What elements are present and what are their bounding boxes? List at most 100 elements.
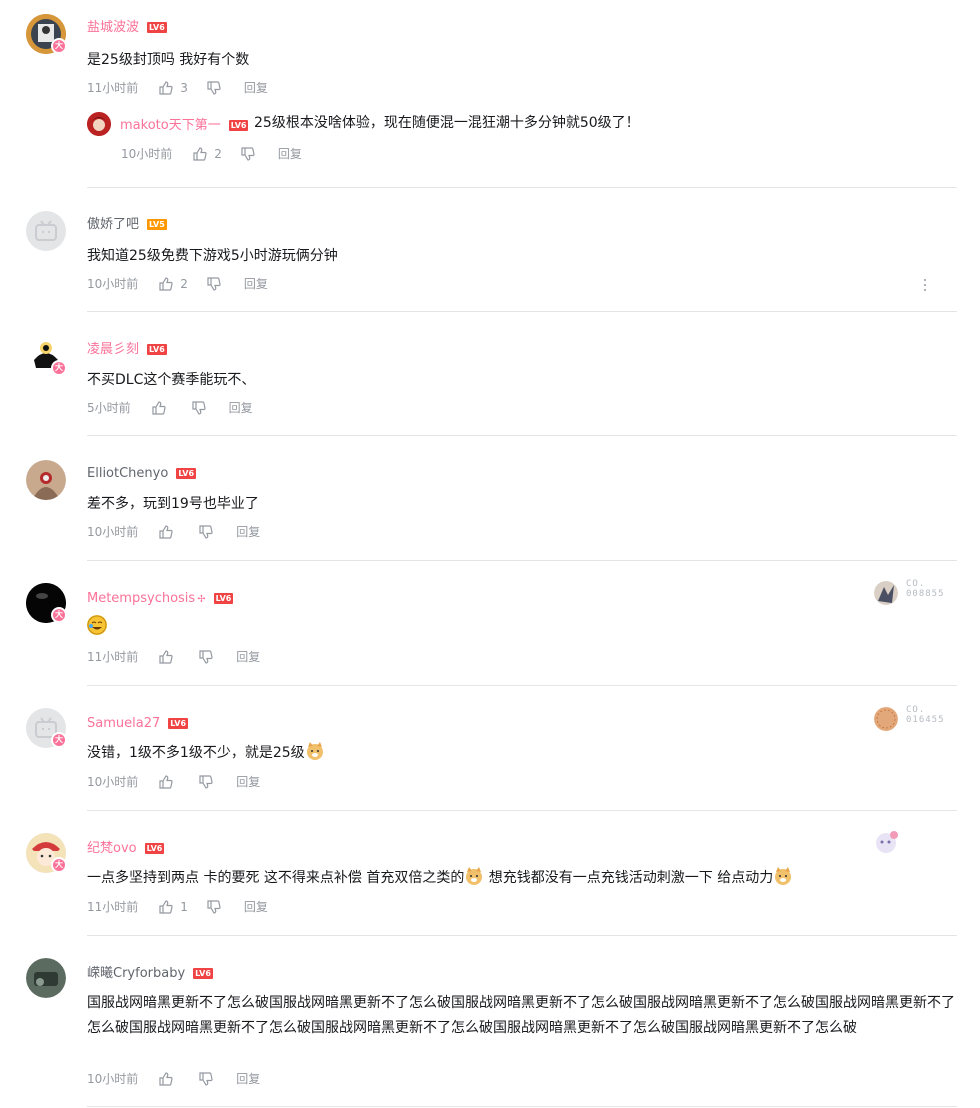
- reply-button[interactable]: 回复: [236, 523, 260, 541]
- like-count: 2: [214, 147, 222, 161]
- dislike-button[interactable]: [198, 774, 214, 790]
- dislike-button[interactable]: [198, 524, 214, 540]
- like-button[interactable]: 1: [158, 898, 188, 916]
- pin-icon: ✢: [197, 594, 206, 605]
- username[interactable]: Samuela27 LV6: [87, 715, 189, 733]
- reply-button[interactable]: 回复: [244, 898, 268, 916]
- fan-badge-avatar: [874, 581, 898, 605]
- reply-button[interactable]: 回复: [244, 275, 268, 293]
- divider: [87, 685, 957, 686]
- dislike-button[interactable]: [206, 276, 222, 292]
- username[interactable]: 凌晨彡刻 LV6: [87, 341, 167, 359]
- thumbs-up-icon: [159, 81, 173, 95]
- reply-button[interactable]: 回复: [236, 1070, 260, 1088]
- timestamp: 10小时前: [87, 525, 139, 539]
- like-button[interactable]: 2: [192, 145, 222, 163]
- thumbs-down-icon: [241, 147, 255, 161]
- doge-emoji-icon: [773, 866, 793, 886]
- dislike-button[interactable]: [206, 899, 222, 915]
- like-button[interactable]: [158, 774, 180, 790]
- level-badge: LV6: [144, 843, 165, 854]
- reply-button[interactable]: 回复: [229, 399, 253, 417]
- username[interactable]: ElliotChenyo LV6: [87, 465, 197, 483]
- comment-text: 差不多，玩到19号也毕业了: [87, 496, 259, 512]
- thumbs-up-icon: [159, 775, 173, 789]
- avatar[interactable]: [26, 211, 66, 251]
- username[interactable]: 嵘曦Cryforbaby LV6: [87, 965, 213, 983]
- fan-badge-number: CO. 008855: [906, 579, 945, 599]
- comment-item: 大 Samuela27 LV6 没错，1级不多1级不少，就是25级 10小时前 回…: [0, 705, 980, 811]
- comment-meta: 11小时前 回复: [87, 648, 260, 666]
- comment-item: 嵘曦Cryforbaby LV6 国服战网暗黑更新不了怎么破国服战网暗黑更新不了怎…: [0, 958, 980, 1108]
- fan-badge-number: CO. 016455: [906, 705, 945, 725]
- like-button[interactable]: [151, 400, 173, 416]
- comment-item: 傲娇了吧 LV5 我知道25级免费下游戏5小时游玩俩分钟 10小时前 2 回复: [0, 211, 980, 313]
- like-button[interactable]: 2: [158, 275, 188, 293]
- comment-list: 大 盐城波波 LV6 是25级封顶吗 我好有个数 11小时前 3 回复 makot…: [0, 0, 980, 1108]
- username[interactable]: 纪梵ovo LV6: [87, 840, 165, 858]
- thumbs-down-icon: [207, 81, 221, 95]
- username[interactable]: 盐城波波 LV6: [87, 19, 167, 37]
- comment-text: 25级根本没啥体验，现在随便混一混狂潮十多分钟就50级了！: [254, 115, 640, 131]
- timestamp: 10小时前: [87, 775, 139, 789]
- comment-text: 一点多坚持到两点 卡的要死 这不得来点补偿 首充双倍之类的 想充钱都没有一点充钱…: [87, 866, 957, 891]
- laughing-emoji-icon: [87, 615, 107, 635]
- vip-badge: 大: [51, 607, 67, 623]
- level-badge: LV6: [147, 22, 167, 33]
- username[interactable]: makoto天下第一 LV6: [120, 114, 249, 133]
- level-badge: LV6: [176, 468, 197, 479]
- level-badge: LV6: [147, 344, 167, 355]
- fan-badge-avatar: [874, 707, 898, 731]
- like-count: 3: [180, 81, 188, 95]
- comment-text: 不买DLC这个赛季能玩不、: [87, 372, 256, 388]
- thumbs-down-icon: [192, 401, 206, 415]
- reply-button[interactable]: 回复: [278, 145, 302, 163]
- avatar[interactable]: [26, 460, 66, 500]
- decoration-sticker: [872, 827, 902, 857]
- thumbs-up-icon: [159, 1072, 173, 1086]
- like-button[interactable]: [158, 649, 180, 665]
- comment-text: [87, 615, 957, 640]
- avatar[interactable]: [87, 112, 111, 136]
- like-button[interactable]: [158, 524, 180, 540]
- dislike-button[interactable]: [206, 80, 222, 96]
- vip-badge: 大: [51, 360, 67, 376]
- avatar[interactable]: [26, 958, 66, 998]
- reply-button[interactable]: 回复: [236, 648, 260, 666]
- timestamp: 10小时前: [121, 147, 173, 161]
- more-options-icon[interactable]: [920, 277, 930, 293]
- doge-emoji-icon: [305, 741, 325, 761]
- fan-badge[interactable]: CO. 008855: [874, 579, 964, 607]
- comment-meta: 10小时前 回复: [87, 1070, 260, 1088]
- timestamp: 10小时前: [87, 1072, 139, 1086]
- username[interactable]: 傲娇了吧 LV5: [87, 216, 167, 234]
- level-badge: LV5: [147, 219, 167, 230]
- comment-text: 是25级封顶吗 我好有个数: [87, 52, 250, 68]
- divider: [87, 1106, 957, 1107]
- vip-badge: 大: [51, 857, 67, 873]
- like-count: 2: [180, 277, 188, 291]
- thumbs-down-icon: [199, 650, 213, 664]
- dislike-button[interactable]: [198, 1071, 214, 1087]
- thumbs-up-icon: [193, 147, 207, 161]
- comment-item: 大 盐城波波 LV6 是25级封顶吗 我好有个数 11小时前 3 回复 makot…: [0, 14, 980, 194]
- level-badge: LV6: [213, 593, 234, 604]
- fan-badge[interactable]: CO. 016455: [874, 705, 964, 733]
- timestamp: 11小时前: [87, 81, 139, 95]
- dislike-button[interactable]: [191, 400, 207, 416]
- dislike-button[interactable]: [198, 649, 214, 665]
- divider: [87, 935, 957, 936]
- comment-item: 大 Metempsychosis ✢ LV6 11小时前 回复 CO. 008855: [0, 579, 980, 686]
- thumbs-down-icon: [199, 525, 213, 539]
- thumbs-down-icon: [207, 277, 221, 291]
- like-button[interactable]: [158, 1071, 180, 1087]
- like-button[interactable]: 3: [158, 79, 188, 97]
- divider: [87, 810, 957, 811]
- level-badge: LV6: [168, 718, 189, 729]
- username[interactable]: Metempsychosis ✢ LV6: [87, 590, 234, 609]
- dislike-button[interactable]: [240, 146, 256, 162]
- reply-button[interactable]: 回复: [236, 773, 260, 791]
- thumbs-up-icon: [159, 900, 173, 914]
- thumbs-down-icon: [207, 900, 221, 914]
- reply-button[interactable]: 回复: [244, 79, 268, 97]
